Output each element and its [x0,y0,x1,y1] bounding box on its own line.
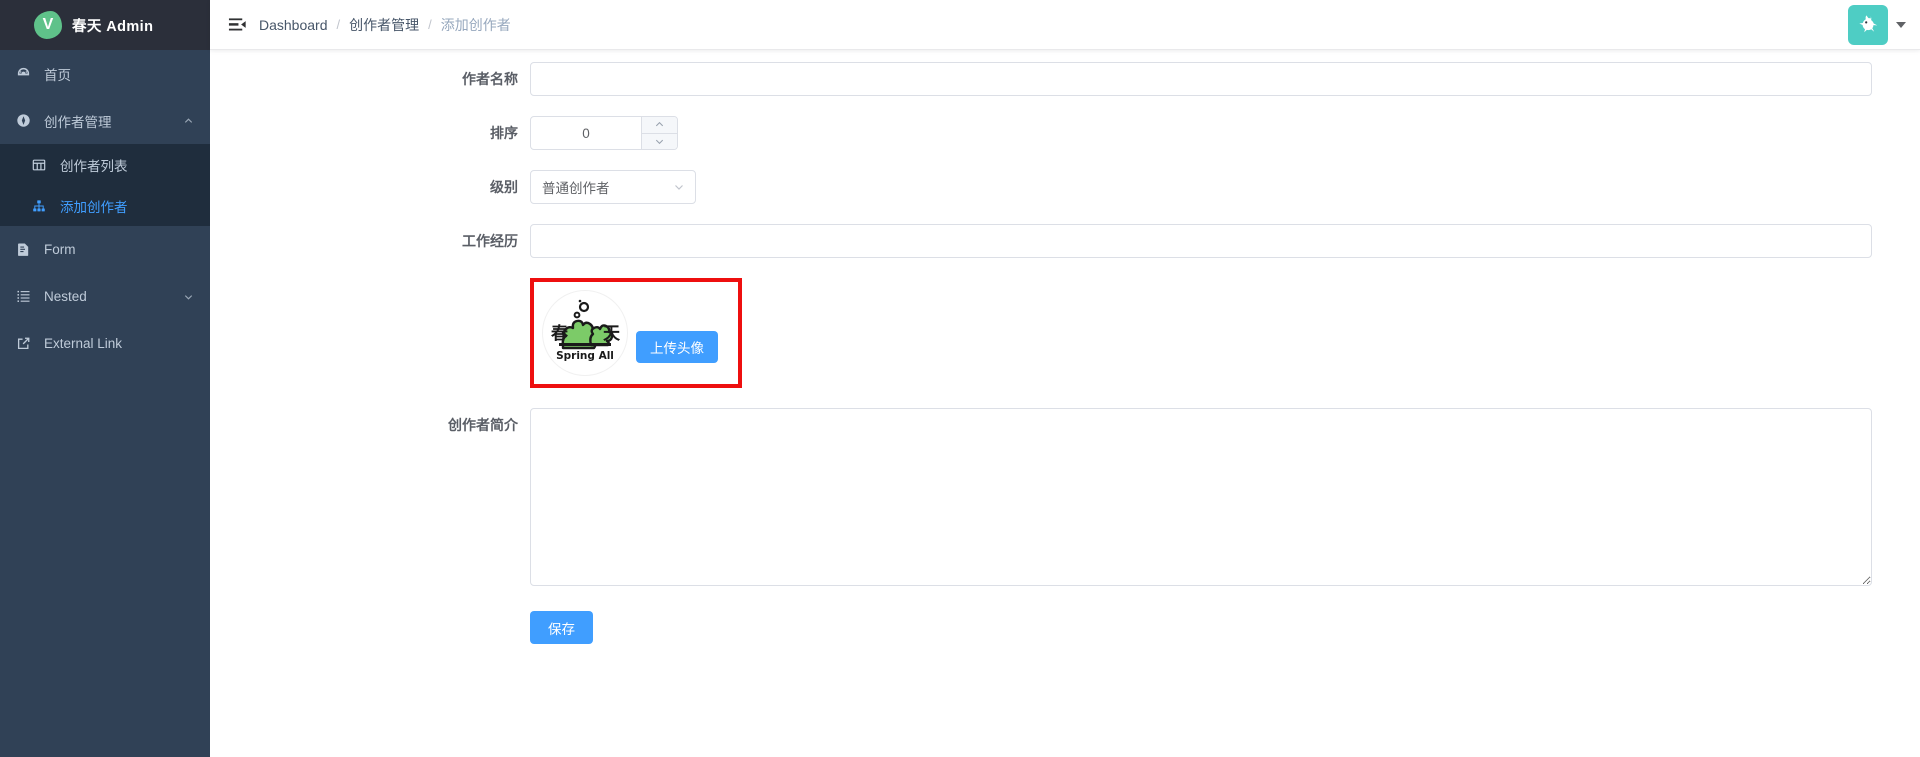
svg-text:Spring All: Spring All [556,350,614,362]
author-name-input[interactable] [530,62,1872,96]
chevron-up-icon [183,115,194,126]
breadcrumb-item-creator-management[interactable]: 创作者管理 [349,15,419,35]
chevron-down-icon [183,291,194,302]
intro-textarea[interactable] [530,408,1872,586]
form-row-level: 级别 普通创作者 [210,170,1920,204]
logo-leaf-icon: V [34,11,62,39]
form-row-actions: 保存 [210,611,1920,644]
sort-spinner [641,117,677,149]
form-row-intro: 创作者简介 [210,408,1920,591]
form-row-work-experience: 工作经历 [210,224,1920,258]
level-select-value: 普通创作者 [542,181,610,196]
spring-all-logo-icon: 春 天 Spring All [542,290,628,376]
label-level: 级别 [490,179,518,195]
upload-avatar-button[interactable]: 上传头像 [636,331,718,363]
sort-number-input[interactable] [530,116,678,150]
brand-title: 春天 Admin [72,18,154,35]
sidebar-item-creator-management[interactable]: 创作者管理 [0,97,210,144]
dashboard-icon [12,66,34,81]
breadcrumb-separator: / [336,17,341,32]
caret-down-icon[interactable] [1896,21,1906,28]
avatar-upload-box[interactable]: 春 天 Spring All 上传头像 [530,278,742,388]
form-row-sort: 排序 [210,116,1920,150]
logo-right-char: 天 [603,324,621,344]
sidebar-item-label: External Link [44,336,123,351]
navbar: Dashboard / 创作者管理 / 添加创作者 [210,0,1920,50]
label-author-name: 作者名称 [462,71,518,87]
grid-icon [28,158,50,172]
sidebar: V 春天 Admin 首页 创作者管理 创作者列表 添加创作者 Form Nes… [0,0,210,757]
breadcrumb-item-dashboard[interactable]: Dashboard [259,17,328,33]
label-sort: 排序 [490,125,518,141]
level-select[interactable]: 普通创作者 [530,170,696,204]
chevron-down-icon [673,181,685,193]
avatar[interactable] [1848,4,1888,45]
form-row-avatar-upload: 春 天 Spring All 上传头像 [210,278,1920,388]
sidebar-item-label: Form [44,242,76,257]
sidebar-item-home[interactable]: 首页 [0,50,210,97]
form-row-author-name: 作者名称 [210,62,1920,96]
sidebar-menu: 首页 创作者管理 创作者列表 添加创作者 Form Nested Externa… [0,50,210,757]
sidebar-item-form[interactable]: Form [0,226,210,273]
sidebar-item-label: Nested [44,289,87,304]
sidebar-submenu-creator: 创作者列表 添加创作者 [0,144,210,226]
label-work-experience: 工作经历 [462,233,518,249]
sidebar-item-nested[interactable]: Nested [0,273,210,320]
sidebar-item-creator-list[interactable]: 创作者列表 [0,144,210,185]
sitemap-icon [28,199,50,213]
breadcrumb-item-add-creator: 添加创作者 [440,16,511,33]
sidebar-item-label: 创作者列表 [60,158,128,174]
chevron-up-icon[interactable] [642,117,677,134]
navbar-right [1848,4,1906,45]
sidebar-item-label: 首页 [44,67,71,83]
chevron-down-icon[interactable] [642,133,677,149]
hamburger-icon[interactable] [228,15,247,34]
compass-icon [12,113,34,128]
breadcrumb-separator: / [428,17,432,32]
creator-form: 作者名称 排序 0 级别 普通创作者 工作经历 春 天 Spring All 上… [210,50,1920,757]
breadcrumb: Dashboard / 创作者管理 / 添加创作者 [259,15,511,35]
sidebar-item-label: 创作者管理 [44,114,112,130]
main-area: Dashboard / 创作者管理 / 添加创作者 作者名称 排序 0 级别 普… [210,0,1920,757]
label-intro: 创作者简介 [448,417,518,433]
sidebar-item-external-link[interactable]: External Link [0,320,210,367]
work-experience-input[interactable] [530,224,1872,258]
logo-mark-letter: V [42,16,54,33]
sidebar-brand[interactable]: V 春天 Admin [0,0,210,50]
app-root: V 春天 Admin 首页 创作者管理 创作者列表 添加创作者 Form Nes… [0,0,1920,757]
logo-left-char: 春 [551,323,568,344]
save-button[interactable]: 保存 [530,611,593,644]
sort-input-value[interactable] [531,117,641,149]
list-icon [12,289,34,304]
form-icon [12,242,34,257]
sidebar-item-add-creator[interactable]: 添加创作者 [0,185,210,226]
sidebar-item-label: 添加创作者 [60,199,128,215]
external-link-icon [12,336,34,351]
